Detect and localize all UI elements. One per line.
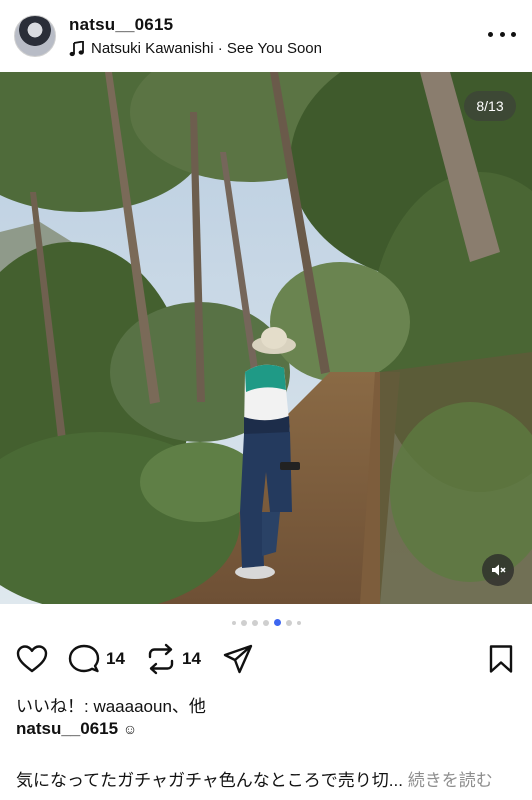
comments-count: 14 (106, 649, 125, 668)
reposts-count: 14 (182, 649, 201, 668)
carousel-dot (231, 620, 236, 625)
carousel-dot (240, 619, 247, 626)
caption-username-row[interactable]: natsu__0615 ☺ (16, 719, 137, 739)
action-bar: 14 14 (14, 642, 518, 676)
carousel-dot (285, 619, 292, 626)
forest-trail-image (0, 72, 532, 604)
comment-icon (68, 644, 100, 673)
likes-summary[interactable]: いいね！: waaaaoun、他 (16, 692, 206, 717)
post-header: natsu__0615 Natsuki Kawanishi · See You … (0, 0, 532, 72)
mute-button[interactable] (482, 554, 514, 586)
read-more-link[interactable]: 続きを読む (408, 771, 493, 790)
more-icon (488, 31, 493, 37)
comment-button[interactable]: 14 (68, 642, 125, 676)
avatar[interactable] (14, 15, 56, 57)
carousel-dot (262, 619, 269, 626)
music-label: Natsuki Kawanishi · See You Soon (91, 40, 322, 57)
like-button[interactable] (16, 642, 48, 676)
music-attribution[interactable]: Natsuki Kawanishi · See You Soon (69, 40, 322, 57)
music-note-icon (69, 40, 84, 56)
bookmark-button[interactable] (488, 642, 514, 676)
repost-icon (148, 643, 174, 675)
mute-icon (492, 564, 506, 576)
image-counter-badge: 8/13 (464, 91, 516, 121)
caption-text: 気になってたガチャガチャ色んなところで売り切... (16, 771, 403, 790)
repost-button[interactable]: 14 (146, 642, 201, 676)
carousel-dot (296, 620, 301, 625)
carousel-pagination (0, 619, 532, 626)
caption-emoji: ☺ (122, 721, 138, 737)
post-username[interactable]: natsu__0615 (69, 15, 173, 35)
more-options-button[interactable] (488, 24, 516, 44)
share-icon (223, 644, 253, 674)
caption: 気になってたガチャガチャ色んなところで売り切... 続きを読む (16, 766, 516, 791)
caption-username[interactable]: natsu__0615 (16, 719, 118, 738)
carousel-dot-active (273, 619, 281, 626)
share-button[interactable] (222, 642, 254, 676)
bookmark-icon (489, 645, 513, 673)
carousel-dot (251, 619, 258, 626)
post-photo[interactable]: 8/13 (0, 72, 532, 604)
heart-icon (16, 645, 48, 673)
